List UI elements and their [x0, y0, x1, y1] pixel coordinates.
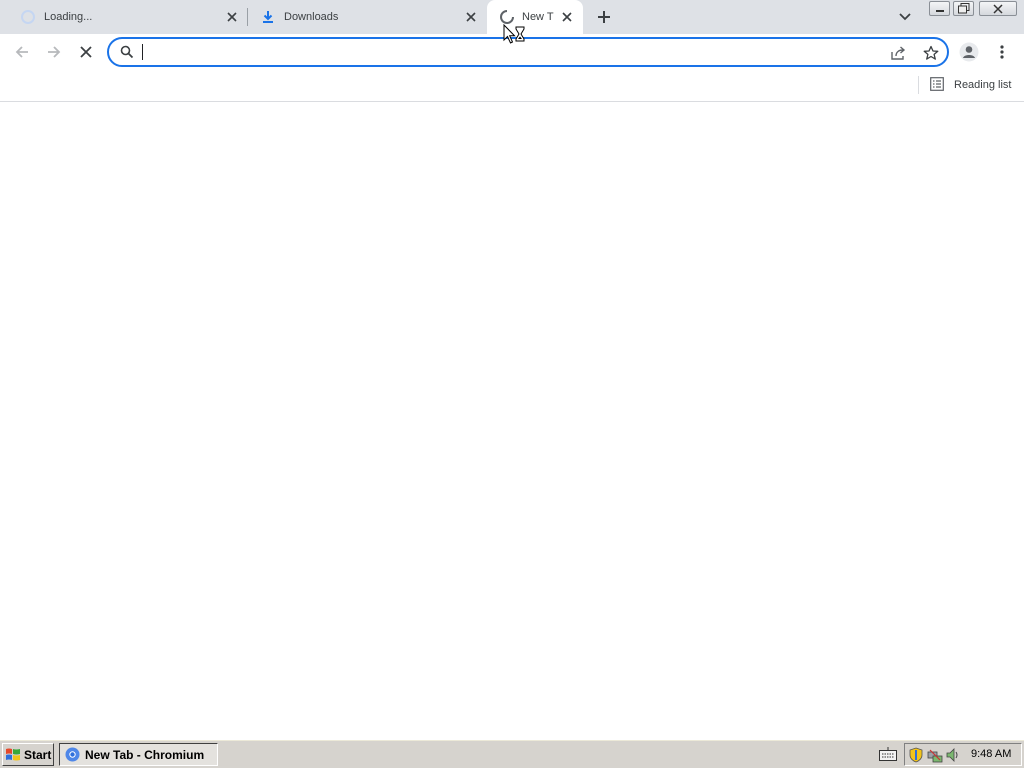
tab-downloads[interactable]: Downloads — [248, 0, 486, 34]
forward-button[interactable] — [43, 41, 65, 63]
search-icon — [120, 45, 134, 59]
profile-avatar-button[interactable] — [958, 41, 980, 63]
reading-list-label: Reading list — [954, 79, 1012, 91]
tab-title: Loading... — [44, 11, 93, 23]
text-caret — [142, 44, 143, 60]
reading-list-button[interactable]: Reading list — [926, 74, 1011, 96]
stop-loading-button[interactable] — [75, 41, 97, 63]
taskbar-item-chromium[interactable]: New Tab - Chromium — [59, 743, 218, 766]
taskbar-item-label: New Tab - Chromium — [85, 747, 205, 762]
clock[interactable]: 9:48 AM — [971, 748, 1011, 760]
reading-list-icon — [930, 77, 946, 93]
tab-title: New T — [522, 11, 554, 23]
bookmark-star-icon[interactable] — [922, 44, 940, 62]
close-icon[interactable] — [224, 9, 240, 25]
more-menu-button[interactable] — [992, 41, 1012, 63]
system-tray: 9:48 AM — [904, 743, 1022, 766]
restore-button[interactable] — [953, 1, 974, 16]
bookmarks-separator — [918, 76, 919, 94]
page-content[interactable] — [0, 103, 1024, 739]
keyboard-icon[interactable] — [879, 747, 897, 761]
tab-title: Downloads — [284, 11, 339, 23]
close-window-button[interactable] — [979, 1, 1017, 16]
close-icon[interactable] — [463, 9, 479, 25]
minimize-button[interactable] — [929, 1, 950, 16]
share-icon[interactable] — [890, 44, 908, 62]
security-shield-icon[interactable] — [908, 747, 924, 763]
loading-spinner-icon — [20, 9, 36, 25]
download-icon — [260, 9, 276, 25]
mouse-cursor-busy-icon — [503, 23, 529, 46]
network-icon[interactable] — [927, 747, 943, 763]
tab-new-tab[interactable]: New T — [487, 0, 583, 34]
back-button[interactable] — [11, 41, 33, 63]
tab-loading[interactable]: Loading... — [8, 0, 248, 34]
taskbar: Start New Tab - Chromium 9:48 AM — [0, 739, 1024, 768]
bookmarks-bar: Reading list — [0, 70, 1024, 102]
tab-search-button[interactable] — [895, 8, 915, 26]
loading-spinner-icon — [499, 9, 515, 25]
volume-icon[interactable] — [945, 747, 961, 763]
new-tab-button[interactable] — [594, 7, 614, 27]
start-button[interactable]: Start — [2, 743, 54, 766]
chromium-icon — [65, 747, 80, 762]
windows-logo-icon — [5, 747, 21, 763]
start-label: Start — [24, 747, 52, 762]
close-icon[interactable] — [559, 9, 575, 25]
